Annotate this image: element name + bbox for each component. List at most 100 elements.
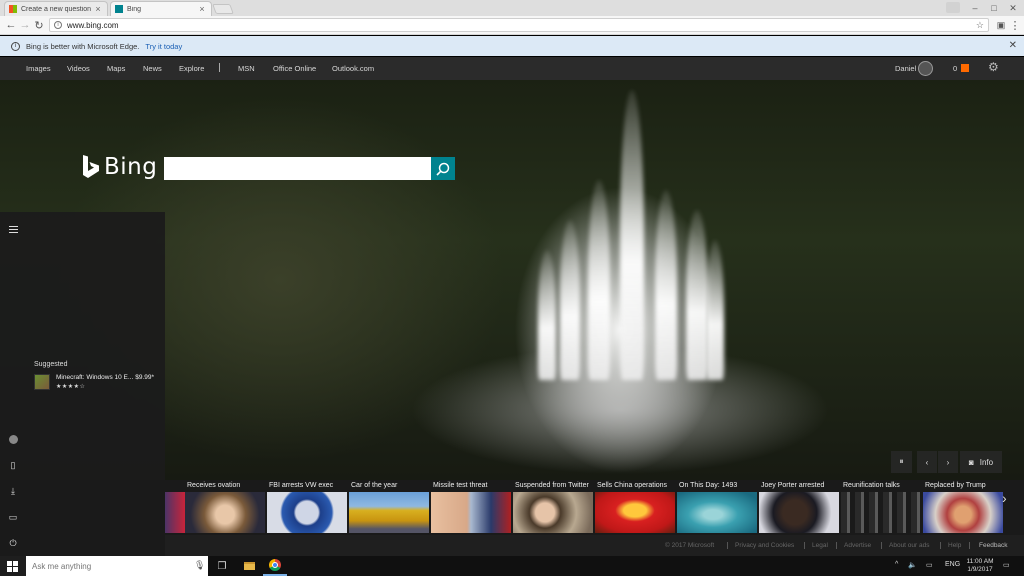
volume-icon[interactable]: 🔈 xyxy=(908,561,917,569)
footer-separator xyxy=(836,542,837,549)
file-explorer-icon[interactable] xyxy=(237,556,261,576)
new-tab-button[interactable] xyxy=(212,4,234,14)
tab-create-question[interactable]: Create a new question or s × xyxy=(4,1,108,16)
news-carousel: Receives ovation FBI arrests VW exec Car… xyxy=(165,480,1024,535)
image-info-button[interactable]: ◙ Info xyxy=(960,451,1002,473)
news-card[interactable]: Suspended from Twitter xyxy=(513,480,593,535)
tab-strip: Create a new question or s × Bing × – □ … xyxy=(0,0,1024,16)
try-it-today-link[interactable]: Try it today xyxy=(145,42,182,51)
keyboard-icon[interactable]: ▭ xyxy=(926,561,933,569)
news-thumbnail xyxy=(267,492,347,533)
banner-message: Bing is better with Microsoft Edge. xyxy=(26,41,140,51)
banner-close-icon[interactable]: ✕ xyxy=(1009,40,1017,51)
windows-start-button[interactable] xyxy=(0,556,26,576)
browser-toolbar: ← → ↻ i www.bing.com ☆ ▣ ⋮ xyxy=(0,16,1024,35)
address-bar[interactable]: i www.bing.com ☆ xyxy=(49,18,989,32)
news-card[interactable]: Car of the year xyxy=(349,480,429,535)
network-icon[interactable]: ▭ xyxy=(8,512,18,522)
language-indicator[interactable]: ENG xyxy=(945,561,960,568)
search-icon xyxy=(436,162,450,176)
system-clock[interactable]: 11:00 AM 1/9/2017 xyxy=(960,558,1000,574)
user-avatar-icon[interactable] xyxy=(918,61,933,76)
nav-videos[interactable]: Videos xyxy=(67,64,90,73)
pause-button[interactable]: ⏸ xyxy=(891,451,912,473)
site-info-icon[interactable]: i xyxy=(54,21,62,29)
hamburger-menu-icon[interactable] xyxy=(8,224,18,234)
footer-link-advertise[interactable]: Advertise xyxy=(844,542,871,549)
app-rating: ★★★★☆ xyxy=(56,384,86,390)
tab-close-icon[interactable]: × xyxy=(197,4,207,14)
tab-close-icon[interactable]: × xyxy=(93,4,103,14)
previous-image-button[interactable]: ‹ xyxy=(917,451,937,473)
nav-msn[interactable]: MSN xyxy=(238,64,255,73)
footer-link-privacy[interactable]: Privacy and Cookies xyxy=(735,542,794,549)
news-card[interactable] xyxy=(165,480,185,535)
bing-logo[interactable]: Bing xyxy=(82,154,157,180)
power-icon[interactable]: ⏻ xyxy=(8,538,18,548)
cortana-search-input[interactable] xyxy=(26,556,208,576)
user-account-icon[interactable] xyxy=(8,434,18,444)
tray-expand-icon[interactable]: ^ xyxy=(895,561,898,568)
suggested-app[interactable]: Minecraft: Windows 10 E... $9.99* ★★★★☆ xyxy=(34,374,160,392)
clock-date: 1/9/2017 xyxy=(967,566,993,573)
close-window-button[interactable]: ✕ xyxy=(1002,0,1024,16)
news-card[interactable]: Missile test threat xyxy=(431,480,511,535)
nav-news[interactable]: News xyxy=(143,64,162,73)
rewards-count[interactable]: 0 xyxy=(953,64,957,73)
news-card[interactable]: Replaced by Trump xyxy=(923,480,1003,535)
footer-link-about-ads[interactable]: About our ads xyxy=(889,542,929,549)
chrome-taskbar-icon[interactable] xyxy=(263,556,287,576)
next-image-button[interactable]: › xyxy=(938,451,958,473)
downloads-icon[interactable]: ⤓ xyxy=(8,486,18,496)
fountain-jet xyxy=(620,90,644,380)
footer-separator xyxy=(804,542,805,549)
news-thumbnail xyxy=(595,492,675,533)
chrome-menu-icon[interactable]: ⋮ xyxy=(1008,18,1022,32)
fountain-jet xyxy=(588,180,610,380)
fountain-jet xyxy=(538,250,556,380)
search-input[interactable] xyxy=(164,157,431,180)
news-card[interactable]: Reunification talks xyxy=(841,480,921,535)
back-arrow-icon[interactable]: ← xyxy=(4,18,18,32)
gear-icon[interactable]: ⚙ xyxy=(988,60,999,74)
footer-link-legal[interactable]: Legal xyxy=(812,542,828,549)
microphone-icon[interactable]: 🎙 xyxy=(194,560,205,571)
copyright: © 2017 Microsoft xyxy=(665,542,715,549)
search-button[interactable] xyxy=(431,157,455,180)
reload-icon[interactable]: ↻ xyxy=(32,18,46,32)
nav-explore[interactable]: Explore xyxy=(179,64,204,73)
app-name: Minecraft: Windows 10 E... xyxy=(56,374,134,381)
start-menu: Suggested Minecraft: Windows 10 E... $9.… xyxy=(0,212,165,556)
user-name[interactable]: Daniel xyxy=(895,64,916,73)
footer-separator xyxy=(881,542,882,549)
news-title: Receives ovation xyxy=(187,482,241,489)
news-card[interactable]: FBI arrests VW exec xyxy=(267,480,347,535)
notifications-icon[interactable]: ▭ xyxy=(1003,561,1010,569)
news-thumbnail xyxy=(513,492,593,533)
bookmark-star-icon[interactable]: ☆ xyxy=(976,20,984,31)
task-view-icon[interactable]: ❐ xyxy=(210,556,234,576)
feedback-link[interactable]: Feedback xyxy=(979,542,1008,549)
rewards-icon[interactable] xyxy=(961,64,969,72)
news-next-chevron-icon[interactable]: › xyxy=(1002,490,1007,506)
profile-chip[interactable] xyxy=(946,2,960,13)
extension-icon[interactable]: ▣ xyxy=(994,18,1008,32)
bing-wordmark: Bing xyxy=(104,154,158,180)
news-title: Reunification talks xyxy=(843,482,900,489)
news-thumbnail xyxy=(349,492,429,533)
nav-maps[interactable]: Maps xyxy=(107,64,125,73)
nav-office-online[interactable]: Office Online xyxy=(273,64,316,73)
news-card[interactable]: Joey Porter arrested xyxy=(759,480,839,535)
footer-link-help[interactable]: Help xyxy=(948,542,961,549)
news-card[interactable]: Receives ovation xyxy=(185,480,265,535)
news-card[interactable]: On This Day: 1493 xyxy=(677,480,757,535)
nav-outlook[interactable]: Outlook.com xyxy=(332,64,374,73)
news-title: FBI arrests VW exec xyxy=(269,482,334,489)
forward-arrow-icon[interactable]: → xyxy=(18,18,32,32)
news-card[interactable]: Sells China operations xyxy=(595,480,675,535)
nav-images[interactable]: Images xyxy=(26,64,51,73)
bing-b-icon xyxy=(82,154,100,180)
documents-icon[interactable]: ▯ xyxy=(8,460,18,470)
bing-favicon-icon xyxy=(115,5,123,13)
tab-bing[interactable]: Bing × xyxy=(110,1,212,16)
